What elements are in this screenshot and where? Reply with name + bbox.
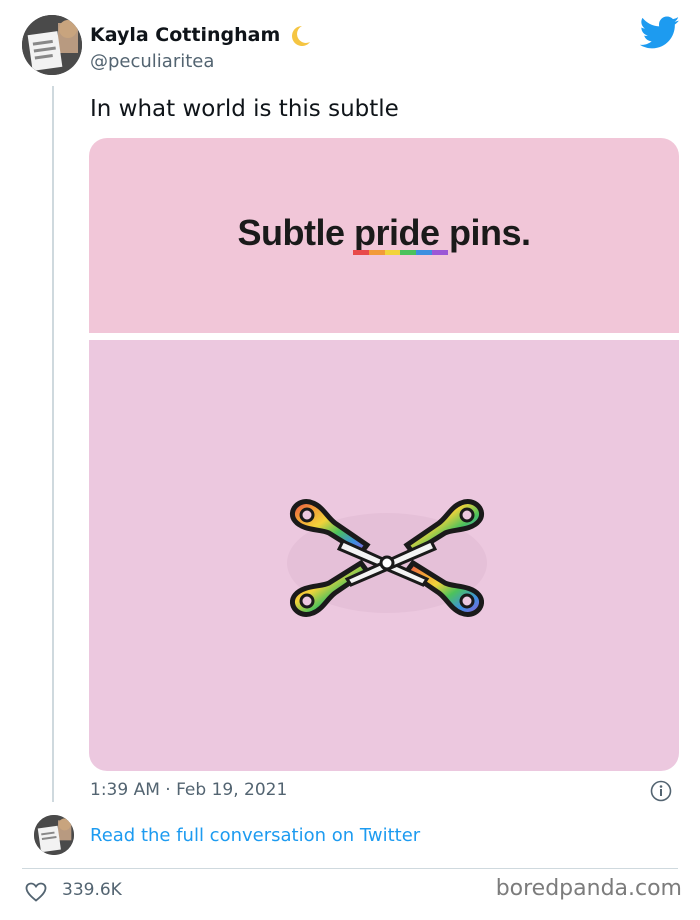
rainbow-segment — [368, 250, 385, 255]
watermark: boredpanda.com — [495, 876, 682, 901]
rainbow-underline — [353, 250, 448, 255]
avatar-small[interactable] — [34, 815, 74, 855]
info-icon[interactable] — [650, 780, 672, 802]
tweet-media[interactable]: Subtle pride pins. — [89, 138, 679, 771]
tweet-text: In what world is this subtle — [90, 96, 399, 122]
display-name[interactable]: Kayla Cottingham — [90, 24, 280, 46]
thread-line — [52, 86, 54, 802]
pin-photo — [89, 340, 679, 771]
headline: Subtle pride pins. — [237, 212, 531, 253]
tweet-timestamp[interactable]: 1:39 AM · Feb 19, 2021 — [90, 780, 287, 800]
rainbow-segment — [353, 250, 369, 255]
rainbow-segment — [400, 250, 417, 255]
avatar-image — [22, 15, 82, 75]
rainbow-segment — [384, 250, 401, 255]
headline-panel: Subtle pride pins. — [89, 138, 679, 333]
rainbow-segment — [432, 250, 448, 255]
rainbow-segment — [416, 250, 433, 255]
read-conversation-link[interactable]: Read the full conversation on Twitter — [90, 825, 420, 846]
twitter-bird-icon[interactable] — [640, 16, 680, 50]
scissors-pin-image — [287, 499, 487, 617]
like-count: 339.6K — [62, 880, 122, 900]
avatar[interactable] — [22, 15, 82, 75]
handle[interactable]: @peculiaritea — [90, 51, 214, 72]
avatar-image — [34, 815, 74, 855]
moon-icon — [292, 26, 310, 46]
divider — [22, 868, 678, 869]
heart-icon[interactable] — [24, 880, 48, 904]
